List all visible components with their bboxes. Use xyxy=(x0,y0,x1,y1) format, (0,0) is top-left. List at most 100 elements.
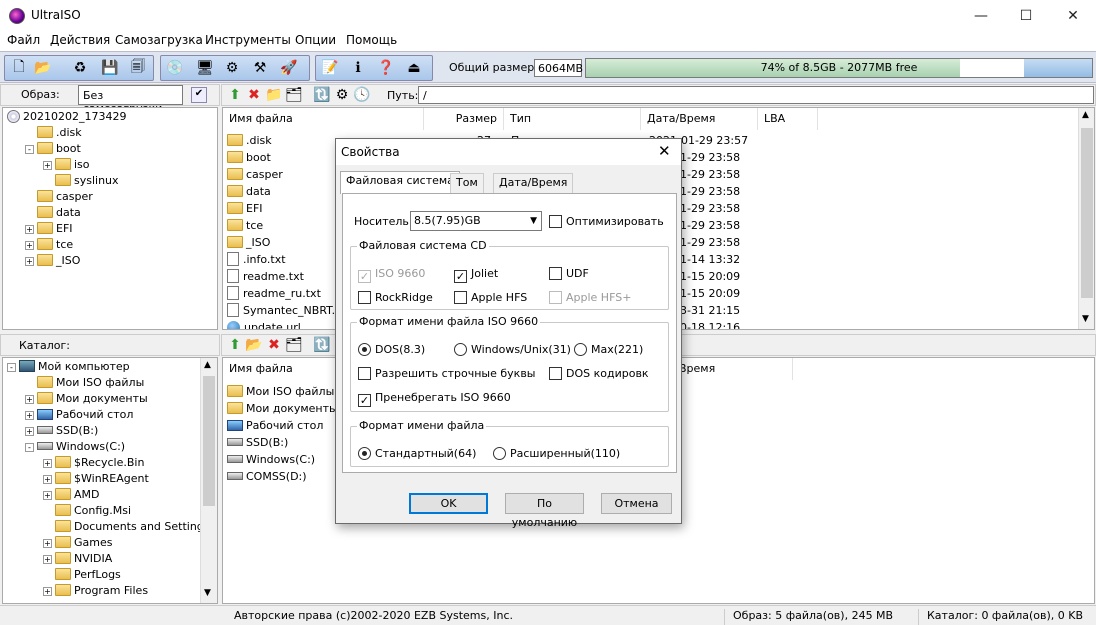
mount-icon[interactable]: 🖥 xyxy=(195,58,215,78)
add-files-icon[interactable]: 📁 xyxy=(264,85,284,105)
delete-icon[interactable]: ✖ xyxy=(244,85,264,105)
expander-icon[interactable]: + xyxy=(25,427,34,436)
udf-checkbox[interactable]: UDF xyxy=(549,267,589,280)
expander-icon[interactable]: - xyxy=(25,145,34,154)
help-icon[interactable]: ❓ xyxy=(376,58,396,78)
catalog-tree-item[interactable]: - Windows(C:) xyxy=(25,439,125,455)
catalog-file-row[interactable]: Мои документы xyxy=(227,401,338,417)
catalog-scroll-down-icon[interactable]: ▼ xyxy=(204,588,211,598)
expander-icon[interactable]: + xyxy=(43,161,52,170)
expander-icon[interactable]: + xyxy=(43,587,52,596)
col-name[interactable]: Имя файла xyxy=(223,108,424,130)
catalog-new-folder-icon[interactable]: 🗂 xyxy=(284,335,304,355)
expander-icon[interactable]: - xyxy=(25,443,34,452)
save-as-icon[interactable]: 🗐 xyxy=(128,58,148,78)
open-icon[interactable]: 📂 xyxy=(33,58,53,78)
catalog-up-dir-icon[interactable]: ⬆ xyxy=(225,335,245,355)
catalog-tree-item[interactable]: + Games xyxy=(43,535,112,551)
catalog-tree-item[interactable]: + NVIDIA xyxy=(43,551,112,567)
save-icon[interactable]: 💾 xyxy=(100,58,120,78)
col-type[interactable]: Тип xyxy=(504,108,641,130)
image-tree-item[interactable]: 20210202_173429 xyxy=(7,109,126,125)
boot-check-icon[interactable]: ✔ xyxy=(191,87,207,103)
menu-help[interactable]: Помощь xyxy=(346,33,397,47)
expander-icon[interactable]: + xyxy=(43,491,52,500)
catalog-tree-item[interactable]: + Рабочий стол xyxy=(25,407,133,423)
catalog-tree-scrollbar[interactable]: ▲ ▼ xyxy=(200,358,217,603)
dos-encoding-checkbox[interactable]: DOS кодировк xyxy=(549,367,649,380)
standard-radio[interactable]: Стандартный(64) xyxy=(358,447,476,460)
default-button[interactable]: По умолчанию xyxy=(505,493,584,529)
catalog-tree-item[interactable]: + SSD(B:) xyxy=(25,423,98,439)
catalog-file-row[interactable]: COMSS(D:) xyxy=(227,469,307,485)
col-date[interactable]: Дата/Время xyxy=(641,108,758,130)
convert-icon[interactable]: ⚒ xyxy=(250,58,270,78)
boot-icon[interactable]: 🔃 xyxy=(312,85,332,105)
image-tree-item[interactable]: + _ISO xyxy=(25,253,80,269)
catalog-tree-item[interactable]: - Мой компьютер xyxy=(7,359,130,375)
expander-icon[interactable]: + xyxy=(43,539,52,548)
col-size[interactable]: Размер xyxy=(424,108,504,130)
image-tree-item[interactable]: data xyxy=(25,205,81,221)
properties-icon[interactable]: 📝 xyxy=(320,58,340,78)
refresh-icon[interactable]: 🕓 xyxy=(352,85,372,105)
max-radio[interactable]: Max(221) xyxy=(574,343,643,356)
apple-hfsplus-checkbox[interactable]: Apple HFS+ xyxy=(549,291,631,304)
tab-datetime[interactable]: Дата/Время xyxy=(493,173,574,193)
scroll-thumb[interactable] xyxy=(1081,128,1093,298)
image-tree-item[interactable]: + EFI xyxy=(25,221,73,237)
maximize-button[interactable]: ☐ xyxy=(1003,0,1049,31)
catalog-tree-item[interactable]: Config.Msi xyxy=(43,503,131,519)
minimize-button[interactable]: — xyxy=(958,0,1004,31)
catalog-tree-item[interactable]: + $WinREAgent xyxy=(43,471,149,487)
windows-unix-radio[interactable]: Windows/Unix(31) xyxy=(454,343,571,356)
expander-icon[interactable]: - xyxy=(7,363,16,372)
boot-type-field[interactable]: Без самозагрузки xyxy=(78,85,183,115)
exit-icon[interactable]: ⏏ xyxy=(404,58,424,78)
joliet-checkbox[interactable]: ✓ Joliet xyxy=(454,267,498,283)
scroll-up-icon[interactable]: ▲ xyxy=(1082,110,1089,120)
catalog-file-row[interactable]: Windows(C:) xyxy=(227,452,315,468)
catalog-tree-item[interactable]: Мои ISO файлы xyxy=(25,375,144,391)
image-tree-item[interactable]: + iso xyxy=(43,157,90,173)
tab-volume[interactable]: Том xyxy=(450,173,484,193)
apple-hfs-checkbox[interactable]: Apple HFS xyxy=(454,291,527,304)
catalog-tree-item[interactable]: + AMD xyxy=(43,487,100,503)
scroll-down-icon[interactable]: ▼ xyxy=(1082,314,1089,324)
image-tree-item[interactable]: + tce xyxy=(25,237,73,253)
close-button[interactable]: ✕ xyxy=(1050,0,1096,31)
expander-icon[interactable]: + xyxy=(25,225,34,234)
ok-button[interactable]: OK xyxy=(409,493,488,514)
optimize-checkbox[interactable]: Оптимизировать xyxy=(549,215,664,228)
burn-icon[interactable]: 💿 xyxy=(165,58,185,78)
image-tree-item[interactable]: syslinux xyxy=(43,173,119,189)
catalog-scroll-up-icon[interactable]: ▲ xyxy=(204,360,211,370)
file-list-scrollbar[interactable]: ▲ ▼ xyxy=(1078,108,1094,329)
image-tree-item[interactable]: casper xyxy=(25,189,93,205)
extract-icon[interactable]: ♻ xyxy=(70,58,90,78)
expander-icon[interactable]: + xyxy=(25,411,34,420)
image-tree-item[interactable]: .disk xyxy=(25,125,82,141)
ignore-iso9660-checkbox[interactable]: ✓ Пренебрегать ISO 9660 xyxy=(358,391,511,407)
media-select[interactable]: 8.5(7.95)GB ▼ xyxy=(410,211,542,231)
compress-icon[interactable]: ⚙ xyxy=(222,58,242,78)
menu-boot[interactable]: Самозагрузка xyxy=(115,33,203,47)
dos-radio[interactable]: DOS(8.3) xyxy=(358,343,425,356)
catalog-delete-icon[interactable]: ✖ xyxy=(264,335,284,355)
catalog-file-row[interactable]: SSD(B:) xyxy=(227,435,288,451)
menu-tools[interactable]: Инструменты xyxy=(205,33,291,47)
catalog-file-row[interactable]: Рабочий стол xyxy=(227,418,323,434)
image-tree-item[interactable]: - boot xyxy=(25,141,81,157)
path-field[interactable]: / xyxy=(418,86,1094,104)
catalog-scroll-thumb[interactable] xyxy=(203,376,215,506)
expander-icon[interactable]: + xyxy=(25,241,34,250)
menu-actions[interactable]: Действия xyxy=(50,33,110,47)
iso9660-checkbox[interactable]: ✓ ISO 9660 xyxy=(358,267,425,283)
catalog-add-icon[interactable]: 📂 xyxy=(244,335,264,355)
tab-filesystem[interactable]: Файловая система xyxy=(340,171,460,194)
menu-options[interactable]: Опции xyxy=(295,33,336,47)
expander-icon[interactable]: + xyxy=(43,475,52,484)
expander-icon[interactable]: + xyxy=(25,257,34,266)
catalog-refresh-icon[interactable]: 🔃 xyxy=(312,335,332,355)
allow-lowercase-checkbox[interactable]: Разрешить строчные буквы xyxy=(358,367,536,380)
